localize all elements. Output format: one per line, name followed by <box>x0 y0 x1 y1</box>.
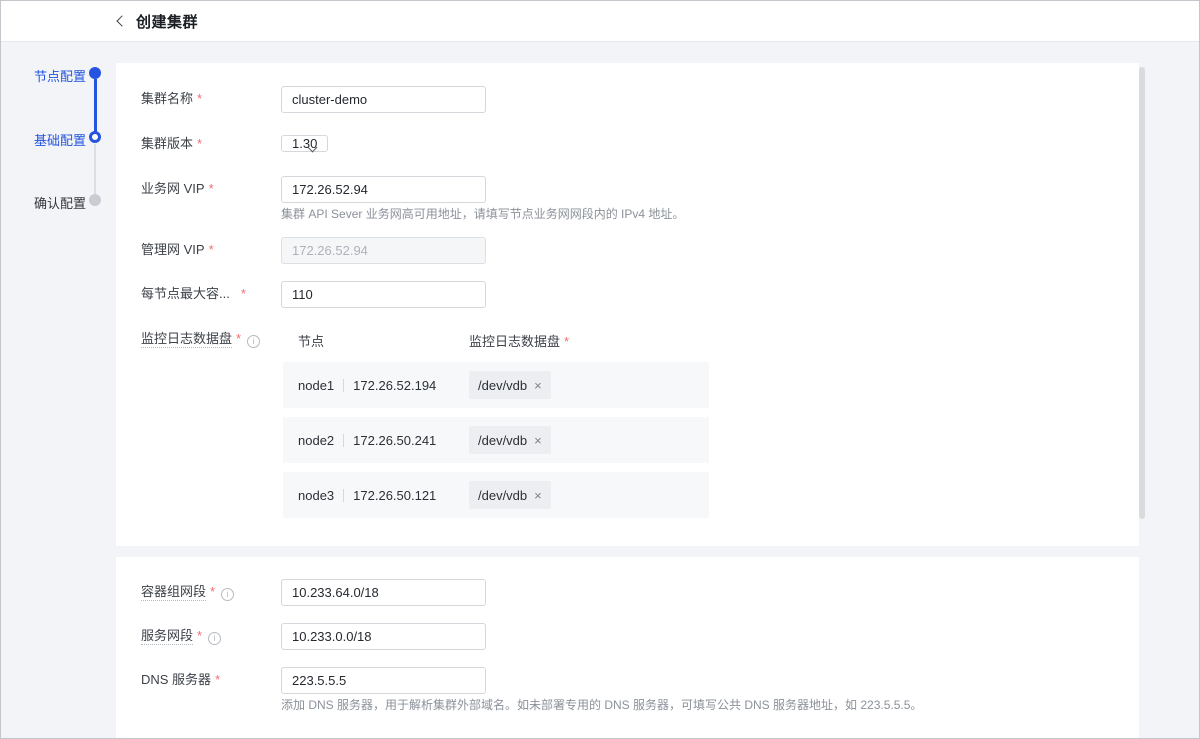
node-ip: 172.26.50.241 <box>353 433 436 448</box>
vertical-scrollbar-thumb[interactable] <box>1139 67 1145 519</box>
mgmt-vip-label: 管理网 VIP* <box>141 237 276 263</box>
form-row-cluster-name: 集群名称* <box>116 86 1139 112</box>
node-ip: 172.26.52.194 <box>353 378 436 393</box>
page-header: 创建集群 <box>1 1 1199 42</box>
basic-config-card: 容器组网段*i 服务网段*i DNS 服务器* 添加 DNS 服务器，用于解析集… <box>116 557 1139 739</box>
service-vip-help: 集群 API Sever 业务网高可用地址，请填写节点业务网网段内的 IPv4 … <box>281 205 684 222</box>
mgmt-vip-input <box>281 237 486 264</box>
form-row-max-pods: 每节点最大容...* <box>116 281 1139 307</box>
divider <box>343 379 344 392</box>
info-icon[interactable]: i <box>208 632 221 645</box>
dns-help: 添加 DNS 服务器，用于解析集群外部域名。如未部署专用的 DNS 服务器，可填… <box>281 696 922 713</box>
node-row: node1 172.26.52.194 /dev/vdb × <box>283 362 709 408</box>
step-connector-pending <box>94 144 96 194</box>
required-mark: * <box>197 91 202 106</box>
step-dot-pending <box>89 194 101 206</box>
dns-input[interactable] <box>281 667 486 694</box>
node-name: node2 <box>298 433 334 448</box>
column-header-disk: 监控日志数据盘* <box>469 331 569 350</box>
cluster-version-label: 集群版本* <box>141 131 276 157</box>
chevron-left-icon <box>116 15 127 26</box>
node-config-card: 集群名称* 集群版本* 1.30 业务网 VIP* 集群 API Sever 业… <box>116 63 1139 546</box>
form-row-mgmt-vip: 管理网 VIP* <box>116 237 1139 263</box>
max-pods-label: 每节点最大容...* <box>141 281 276 307</box>
step-basic-config[interactable]: 基础配置 <box>34 130 86 149</box>
form-row-dns: DNS 服务器* <box>116 667 1139 693</box>
dns-label: DNS 服务器* <box>141 667 276 693</box>
disk-tag: /dev/vdb × <box>469 481 551 509</box>
create-cluster-page: 创建集群 节点配置 基础配置 确认配置 集群名称* 集群版本* 1.30 <box>0 0 1200 739</box>
service-vip-input[interactable] <box>281 176 486 203</box>
page-title: 创建集群 <box>136 11 198 32</box>
cluster-name-label: 集群名称* <box>141 86 276 112</box>
divider <box>343 434 344 447</box>
pod-cidr-label: 容器组网段*i <box>141 579 276 605</box>
pod-cidr-input[interactable] <box>281 579 486 606</box>
disk-tag-label: /dev/vdb <box>478 378 527 393</box>
service-cidr-label: 服务网段*i <box>141 623 276 649</box>
node-ip: 172.26.50.121 <box>353 488 436 503</box>
step-confirm-config[interactable]: 确认配置 <box>34 193 86 212</box>
step-node-config[interactable]: 节点配置 <box>34 66 86 85</box>
form-row-service-cidr: 服务网段*i <box>116 623 1139 649</box>
remove-icon[interactable]: × <box>534 488 542 503</box>
disk-tag: /dev/vdb × <box>469 426 551 454</box>
disk-section-label: 监控日志数据盘*i <box>141 326 276 352</box>
step-connector-active <box>94 79 97 132</box>
back-button[interactable]: 创建集群 <box>118 11 198 32</box>
info-icon[interactable]: i <box>221 588 234 601</box>
service-cidr-input[interactable] <box>281 623 486 650</box>
form-row-cluster-version: 集群版本* 1.30 <box>116 131 1139 157</box>
remove-icon[interactable]: × <box>534 433 542 448</box>
disk-tag: /dev/vdb × <box>469 371 551 399</box>
column-header-node: 节点 <box>298 331 324 350</box>
node-row: node2 172.26.50.241 /dev/vdb × <box>283 417 709 463</box>
divider <box>343 489 344 502</box>
node-name: node3 <box>298 488 334 503</box>
cluster-version-select[interactable]: 1.30 <box>281 135 328 152</box>
form-row-pod-cidr: 容器组网段*i <box>116 579 1139 605</box>
info-icon[interactable]: i <box>247 335 260 348</box>
service-vip-label: 业务网 VIP* <box>141 176 276 202</box>
node-row: node3 172.26.50.121 /dev/vdb × <box>283 472 709 518</box>
disk-tag-label: /dev/vdb <box>478 433 527 448</box>
step-dot-current <box>89 67 101 79</box>
max-pods-input[interactable] <box>281 281 486 308</box>
remove-icon[interactable]: × <box>534 378 542 393</box>
step-dot-active <box>89 131 101 143</box>
form-row-service-vip: 业务网 VIP* <box>116 176 1139 202</box>
cluster-name-input[interactable] <box>281 86 486 113</box>
node-name: node1 <box>298 378 334 393</box>
disk-tag-label: /dev/vdb <box>478 488 527 503</box>
